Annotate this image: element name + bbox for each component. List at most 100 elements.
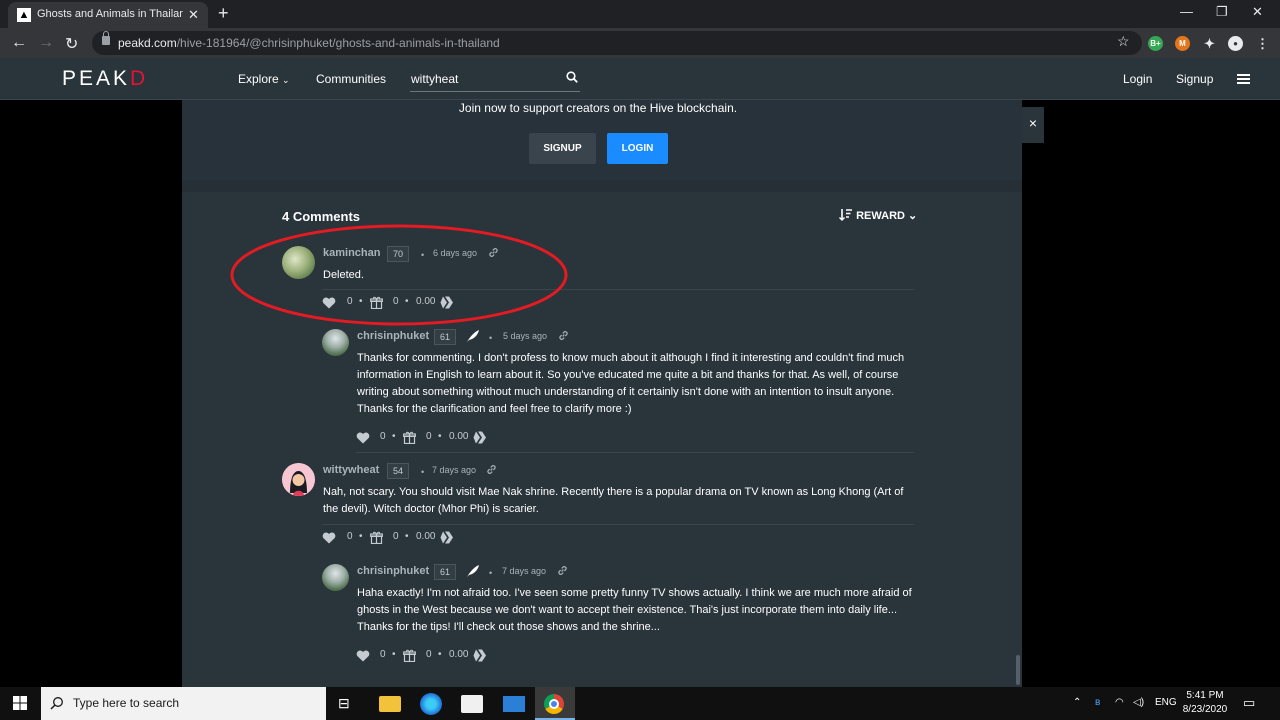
gift-icon[interactable]	[403, 431, 416, 444]
language-indicator[interactable]: ENG	[1155, 697, 1177, 708]
hive-icon	[473, 431, 486, 444]
reload-icon[interactable]: ↻	[65, 34, 78, 54]
file-explorer-icon[interactable]	[379, 696, 401, 712]
new-tab-icon[interactable]: +	[218, 3, 229, 24]
profile-icon[interactable]: ●	[1228, 36, 1243, 51]
address-bar[interactable]: peakd.com/hive-181964/@chrisinphuket/gho…	[92, 31, 1142, 55]
sort-dropdown[interactable]: REWARD ⌄	[839, 209, 917, 222]
gift-icon[interactable]	[370, 531, 383, 544]
tab-title: Ghosts and Animals in Thailand |	[37, 8, 183, 20]
clock-date: 8/23/2020	[1182, 704, 1228, 715]
nav-explore[interactable]: Explore ⌄	[238, 72, 290, 86]
comment-author[interactable]: chrisinphuket	[357, 330, 429, 342]
windows-start-icon[interactable]	[13, 696, 27, 710]
store-icon[interactable]	[461, 695, 483, 713]
vote-count: 0	[347, 531, 353, 542]
avatar-illustration-icon	[282, 463, 315, 496]
divider	[356, 452, 914, 453]
window-close-icon[interactable]: ✕	[1252, 4, 1263, 20]
hive-icon	[440, 531, 453, 544]
separator-dot: •	[438, 649, 442, 660]
login-button[interactable]: LOGIN	[607, 133, 668, 164]
comment-time[interactable]: 7 days ago	[432, 465, 476, 475]
tip-count: 0	[426, 431, 432, 442]
bluetooth-icon[interactable]: ʙ	[1095, 697, 1100, 708]
comment-time[interactable]: 5 days ago	[503, 331, 547, 341]
chrome-taskbar-button[interactable]	[535, 687, 575, 720]
chevron-down-icon: ⌄	[908, 210, 918, 222]
comment-author[interactable]: chrisinphuket	[357, 565, 429, 577]
divider	[182, 180, 1022, 192]
network-icon[interactable]: ◠	[1115, 697, 1124, 708]
browser-tab[interactable]: ▲ Ghosts and Animals in Thailand | ✕	[8, 2, 208, 28]
vote-count: 0	[380, 431, 386, 442]
edge-icon[interactable]	[420, 693, 442, 715]
tab-close-icon[interactable]: ✕	[188, 7, 199, 23]
annotation-ellipse	[230, 224, 568, 326]
link-icon[interactable]	[486, 464, 497, 475]
hamburger-icon[interactable]	[1237, 74, 1250, 84]
search-icon[interactable]	[566, 71, 578, 83]
puzzle-icon[interactable]: ✦	[1202, 36, 1217, 51]
avatar[interactable]	[322, 564, 349, 591]
avatar[interactable]	[282, 463, 315, 496]
avatar[interactable]	[322, 329, 349, 356]
hive-icon	[473, 649, 486, 662]
main-content: Join now to support creators on the Hive…	[182, 100, 1022, 687]
chrome-icon	[544, 694, 564, 714]
taskbar-search-placeholder: Type here to search	[73, 696, 180, 710]
metamask-icon[interactable]: M	[1175, 36, 1190, 51]
notifications-icon[interactable]: ▭	[1243, 695, 1255, 711]
tray-chevron-icon[interactable]: ⌃	[1073, 697, 1081, 708]
peakd-favicon-icon: ▲	[17, 8, 31, 22]
search-input[interactable]: wittyheat	[410, 66, 580, 92]
signup-button[interactable]: SIGNUP	[529, 133, 596, 164]
separator-dot: •	[489, 333, 493, 343]
taskbar-search-input[interactable]: Type here to search	[41, 687, 326, 720]
forward-icon[interactable]: →	[38, 34, 54, 52]
volume-icon[interactable]: ◁)	[1133, 697, 1144, 708]
heart-icon[interactable]	[356, 650, 370, 662]
comment-body: Thanks for commenting. I don't profess t…	[357, 352, 905, 415]
join-banner: Join now to support creators on the Hive…	[182, 100, 1022, 180]
reputation-badge: 61	[434, 329, 457, 345]
search-value: wittyheat	[411, 72, 459, 86]
chevron-down-icon: ⌄	[282, 75, 290, 85]
minimize-icon[interactable]: —	[1180, 4, 1193, 19]
star-icon[interactable]: ☆	[1117, 33, 1130, 50]
separator-dot: •	[392, 431, 396, 442]
gift-icon[interactable]	[403, 649, 416, 662]
site-header: PEAKD Explore ⌄ Communities wittyheat Lo…	[0, 58, 1280, 100]
scrollbar[interactable]	[1016, 655, 1020, 685]
payout-value[interactable]: 0.00	[449, 649, 468, 660]
close-icon[interactable]: ×	[1022, 107, 1044, 143]
chrome-icon-center	[549, 699, 559, 709]
login-link[interactable]: Login	[1123, 72, 1152, 86]
mail-icon[interactable]	[503, 696, 525, 712]
heart-icon[interactable]	[356, 432, 370, 444]
browser-tabbar: ▲ Ghosts and Animals in Thailand | ✕ + —…	[0, 0, 1280, 28]
menu-kebab-icon[interactable]: ⋮	[1255, 36, 1270, 51]
comment-actions: 0 • 0 • 0.00	[322, 531, 522, 547]
comment-time[interactable]: 7 days ago	[502, 566, 546, 576]
sort-icon	[839, 209, 852, 221]
link-icon[interactable]	[558, 330, 569, 341]
separator-dot: •	[421, 467, 425, 477]
vote-count: 0	[380, 649, 386, 660]
link-icon[interactable]	[557, 565, 568, 576]
clock[interactable]: 5:41 PM 8/23/2020	[1180, 689, 1230, 717]
comment-author[interactable]: wittywheat	[323, 464, 379, 476]
search-icon	[50, 697, 63, 710]
payout-value[interactable]: 0.00	[449, 431, 468, 442]
back-icon[interactable]: ←	[11, 34, 27, 52]
signup-link[interactable]: Signup	[1176, 72, 1213, 86]
heart-icon[interactable]	[322, 532, 336, 544]
nav-communities[interactable]: Communities	[316, 72, 386, 86]
extension-badge-icon[interactable]: B+	[1148, 36, 1163, 51]
comment: wittywheat 54 • 7 days ago Nah, not scar…	[282, 463, 914, 533]
peakd-logo[interactable]: PEAKD	[62, 67, 148, 91]
task-view-icon[interactable]: ⊟	[338, 695, 360, 717]
separator-dot: •	[405, 531, 409, 542]
maximize-icon[interactable]: ❐	[1216, 4, 1228, 20]
payout-value[interactable]: 0.00	[416, 531, 435, 542]
